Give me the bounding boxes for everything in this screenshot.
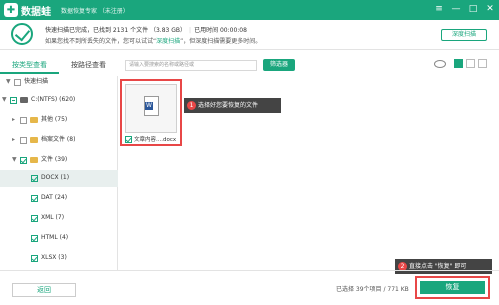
selection-summary: 已选择 39个项目 / 771 KB bbox=[336, 286, 409, 293]
grid-view-icon[interactable] bbox=[454, 59, 463, 68]
back-button[interactable]: 返回 bbox=[12, 283, 76, 297]
checkbox[interactable] bbox=[14, 78, 21, 86]
view-toggles bbox=[434, 59, 487, 68]
tree-item-html[interactable]: HTML (4) bbox=[31, 232, 68, 244]
tree-item-c-drive[interactable]: ▼ C:(NTFS) (620) bbox=[2, 94, 75, 106]
checkbox[interactable] bbox=[31, 214, 38, 222]
brand-name: 数据蛙 bbox=[21, 6, 51, 18]
tree-item-docx[interactable]: DOCX (1) bbox=[31, 172, 69, 184]
file-label: 文章内容....docx bbox=[125, 135, 176, 143]
window-controls: ≡ — □ ✕ bbox=[434, 3, 495, 15]
restore-highlight: 恢复 bbox=[415, 276, 490, 299]
tree-item-xlsx[interactable]: XLSX (3) bbox=[31, 252, 67, 264]
checkbox[interactable] bbox=[31, 254, 38, 262]
list-view-icon[interactable] bbox=[466, 59, 475, 68]
tab-by-path[interactable]: 按路径查看 bbox=[59, 58, 118, 74]
app-subtitle: 数据恢复专家 （未注册） bbox=[61, 7, 129, 15]
tree-item-dat[interactable]: DAT (24) bbox=[31, 192, 67, 204]
checkbox[interactable] bbox=[20, 136, 27, 144]
detail-view-icon[interactable] bbox=[478, 59, 487, 68]
scan-status-bar: 快速扫描已完成，已找到 2131 个文件 （3.83 GB） | 已用时间 00:0… bbox=[0, 20, 499, 50]
maximize-icon[interactable]: □ bbox=[468, 3, 478, 15]
checkbox[interactable] bbox=[31, 174, 38, 182]
tree-item-archive[interactable]: ▸ 档案文件 (8) bbox=[12, 134, 75, 146]
tree-item-quick-scan[interactable]: ▼ 快速扫描 bbox=[6, 76, 48, 88]
tree-item-other[interactable]: ▸ 其他 (75) bbox=[12, 114, 67, 126]
file-card[interactable]: W 文章内容....docx bbox=[120, 79, 182, 146]
drive-icon bbox=[20, 97, 28, 103]
frog-logo-icon: ✚ bbox=[4, 3, 18, 17]
tree-item-files[interactable]: ▼ 文件 (39) bbox=[12, 154, 67, 166]
checkbox[interactable] bbox=[20, 156, 27, 164]
filter-button[interactable]: 筛选器 bbox=[263, 59, 295, 71]
preview-eye-icon[interactable] bbox=[434, 59, 446, 68]
close-icon[interactable]: ✕ bbox=[485, 3, 495, 15]
deep-scan-button[interactable]: 深度扫描 bbox=[441, 29, 487, 41]
menu-icon[interactable]: ≡ bbox=[434, 3, 444, 15]
checkbox[interactable] bbox=[31, 194, 38, 202]
check-circle-icon bbox=[11, 23, 33, 45]
checkbox[interactable] bbox=[125, 135, 132, 143]
view-tabs: 按类型查看 按路径查看 bbox=[0, 58, 118, 74]
word-document-icon: W bbox=[144, 96, 159, 116]
checkbox[interactable] bbox=[31, 234, 38, 242]
status-line-2: 如果您找不到所丢失的文件，您可以试试“深度扫描”，但深度扫描需要更多时间。 bbox=[45, 38, 262, 45]
search-input[interactable]: 请输入要搜索的名称或路径或 bbox=[125, 60, 257, 71]
logo: ✚ 数据蛙 数据恢复专家 （未注册） bbox=[4, 3, 129, 18]
tree-item-xml[interactable]: XML (7) bbox=[31, 212, 64, 224]
checkbox[interactable] bbox=[20, 116, 27, 124]
title-bar: ✚ 数据蛙 数据恢复专家 （未注册） ≡ — □ ✕ bbox=[0, 0, 499, 20]
restore-button[interactable]: 恢复 bbox=[420, 281, 485, 294]
archive-icon bbox=[30, 137, 38, 143]
callout-select-file: 1 选择好您要恢复的文件 bbox=[184, 98, 281, 113]
tab-by-type[interactable]: 按类型查看 bbox=[0, 58, 59, 74]
minimize-icon[interactable]: — bbox=[451, 3, 461, 15]
folder-icon bbox=[30, 117, 38, 123]
status-line-1: 快速扫描已完成，已找到 2131 个文件 （3.83 GB） | 已用时间 00:0… bbox=[45, 27, 247, 34]
checkbox[interactable] bbox=[10, 96, 17, 104]
file-thumbnail: W bbox=[125, 84, 177, 133]
document-icon bbox=[30, 157, 38, 163]
deep-scan-link[interactable]: 深度扫描 bbox=[156, 38, 180, 45]
